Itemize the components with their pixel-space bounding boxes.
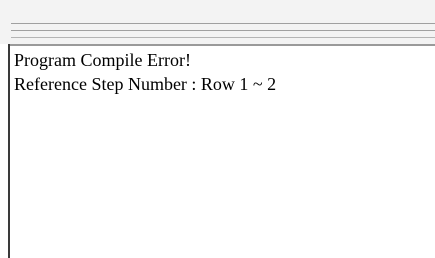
error-message-panel: Program Compile Error! Reference Step Nu… bbox=[12, 48, 431, 258]
panel-left-border bbox=[8, 44, 10, 258]
window-header[interactable] bbox=[0, 0, 435, 44]
panel-top-border bbox=[8, 44, 435, 46]
error-window: Program Compile Error! Reference Step Nu… bbox=[0, 0, 435, 258]
drag-grip-line bbox=[11, 30, 435, 31]
drag-grip-line bbox=[11, 23, 435, 24]
error-title-text: Program Compile Error! bbox=[14, 50, 191, 70]
drag-grip-line bbox=[11, 37, 435, 38]
reference-step-text: Reference Step Number : Row 1 ~ 2 bbox=[14, 74, 277, 94]
